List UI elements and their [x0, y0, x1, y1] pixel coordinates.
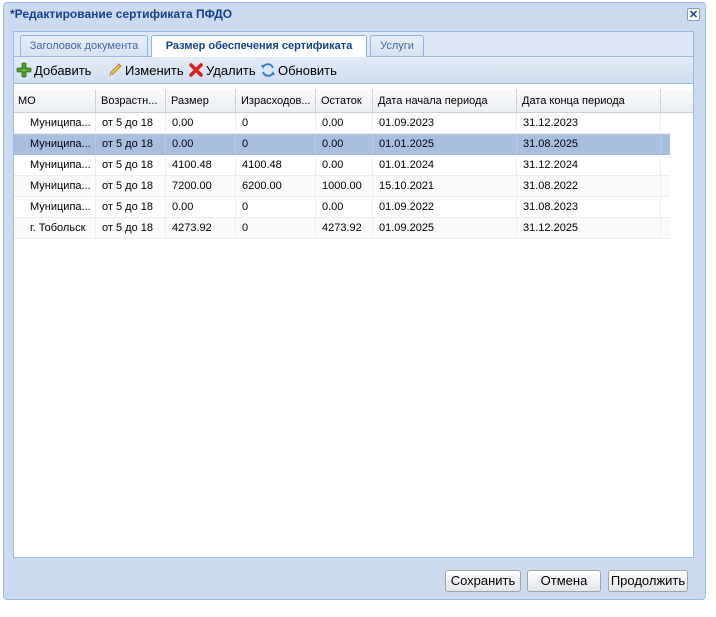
cell-amount: 0.00 [166, 113, 236, 133]
tab-panel: Заголовок документа Размер обеспечения с… [13, 31, 694, 558]
cell-start-date: 01.01.2024 [373, 155, 517, 175]
delete-button[interactable]: Удалить [188, 61, 256, 79]
column-header-mo[interactable]: МО [14, 90, 96, 112]
column-header-end-date[interactable]: Дата конца периода [517, 90, 661, 112]
cell-start-date: 15.10.2021 [373, 176, 517, 196]
cell-mo: Муниципа... [14, 113, 96, 133]
cell-amount: 0.00 [166, 134, 236, 154]
cell-spent: 4100.48 [236, 155, 316, 175]
continue-button[interactable]: Продолжить [608, 570, 688, 592]
add-button-label: Добавить [34, 62, 92, 78]
column-header-amount[interactable]: Размер [166, 90, 236, 112]
cell-age: от 5 до 18 [96, 176, 166, 196]
close-icon[interactable]: ✕ [687, 8, 700, 21]
cell-mo: Муниципа... [14, 197, 96, 217]
cell-end-date: 31.08.2025 [517, 134, 661, 154]
table-row[interactable]: Муниципа... от 5 до 18 0.00 0 0.00 01.09.2022… [14, 197, 670, 218]
add-button[interactable]: Добавить [16, 61, 91, 79]
cell-balance: 0.00 [316, 113, 373, 133]
edit-certificate-window: *Редактирование сертификата ПФДО ✕ Загол… [3, 2, 706, 600]
certificate-grid: МО Возрастн... Размер Израсходов... Оста… [14, 84, 693, 557]
tab-document-header[interactable]: Заголовок документа [20, 35, 148, 56]
cell-age: от 5 до 18 [96, 218, 166, 238]
cell-age: от 5 до 18 [96, 197, 166, 217]
edit-button[interactable]: Изменить [107, 61, 184, 79]
cell-spent: 0 [236, 197, 316, 217]
table-row[interactable]: Муниципа... от 5 до 18 0.00 0 0.00 01.09.2023… [14, 113, 670, 134]
cell-start-date: 01.09.2023 [373, 113, 517, 133]
cell-mo: г. Тобольск [14, 218, 96, 238]
cell-amount: 0.00 [166, 197, 236, 217]
edit-button-label: Изменить [125, 62, 184, 78]
cell-end-date: 31.12.2023 [517, 113, 661, 133]
cell-start-date: 01.01.2025 [373, 134, 517, 154]
grid-header: МО Возрастн... Размер Израсходов... Оста… [14, 90, 693, 113]
cell-balance: 1000.00 [316, 176, 373, 196]
cell-amount: 4100.48 [166, 155, 236, 175]
table-row[interactable]: Муниципа... от 5 до 18 4100.48 4100.48 0.00 0… [14, 155, 670, 176]
refresh-icon [260, 62, 276, 78]
cell-start-date: 01.09.2025 [373, 218, 517, 238]
cell-end-date: 31.12.2025 [517, 218, 661, 238]
cell-mo: Муниципа... [14, 176, 96, 196]
red-x-icon [188, 62, 204, 78]
cell-end-date: 31.12.2024 [517, 155, 661, 175]
cell-balance: 0.00 [316, 197, 373, 217]
delete-button-label: Удалить [206, 62, 256, 78]
tab-services[interactable]: Услуги [370, 35, 424, 56]
cell-mo: Муниципа... [14, 134, 96, 154]
tab-certificate-amount[interactable]: Размер обеспечения сертификата [151, 35, 367, 57]
cell-mo: Муниципа... [14, 155, 96, 175]
table-row[interactable]: г. Тобольск от 5 до 18 4273.92 0 4273.92 01.0… [14, 218, 670, 239]
window-title-bar[interactable]: *Редактирование сертификата ПФДО ✕ [4, 3, 705, 27]
refresh-button-label: Обновить [278, 62, 337, 78]
cell-age: от 5 до 18 [96, 134, 166, 154]
cell-age: от 5 до 18 [96, 155, 166, 175]
column-header-balance[interactable]: Остаток [316, 90, 373, 112]
cell-spent: 6200.00 [236, 176, 316, 196]
cell-spent: 0 [236, 218, 316, 238]
tab-strip: Заголовок документа Размер обеспечения с… [14, 32, 693, 57]
column-header-start-date[interactable]: Дата начала периода [373, 90, 517, 112]
cell-end-date: 31.08.2022 [517, 176, 661, 196]
save-button[interactable]: Сохранить [445, 570, 521, 592]
window-title: *Редактирование сертификата ПФДО [10, 7, 233, 21]
cell-start-date: 01.09.2022 [373, 197, 517, 217]
toolbar: Добавить Изменить Удалить Обновить [14, 57, 693, 84]
cell-balance: 4273.92 [316, 218, 373, 238]
cell-spent: 0 [236, 113, 316, 133]
cell-spent: 0 [236, 134, 316, 154]
cancel-button[interactable]: Отмена [527, 570, 601, 592]
cell-end-date: 31.08.2023 [517, 197, 661, 217]
cell-amount: 7200.00 [166, 176, 236, 196]
cell-age: от 5 до 18 [96, 113, 166, 133]
column-header-spent[interactable]: Израсходов... [236, 90, 316, 112]
cell-balance: 0.00 [316, 134, 373, 154]
table-row[interactable]: Муниципа... от 5 до 18 7200.00 6200.00 1000.… [14, 176, 670, 197]
table-row[interactable]: Муниципа... от 5 до 18 0.00 0 0.00 01.01.2025… [14, 134, 670, 155]
cell-balance: 0.00 [316, 155, 373, 175]
plus-icon [16, 62, 32, 78]
cell-amount: 4273.92 [166, 218, 236, 238]
column-header-age[interactable]: Возрастн... [96, 90, 166, 112]
refresh-button[interactable]: Обновить [260, 61, 337, 79]
pencil-icon [107, 62, 123, 78]
